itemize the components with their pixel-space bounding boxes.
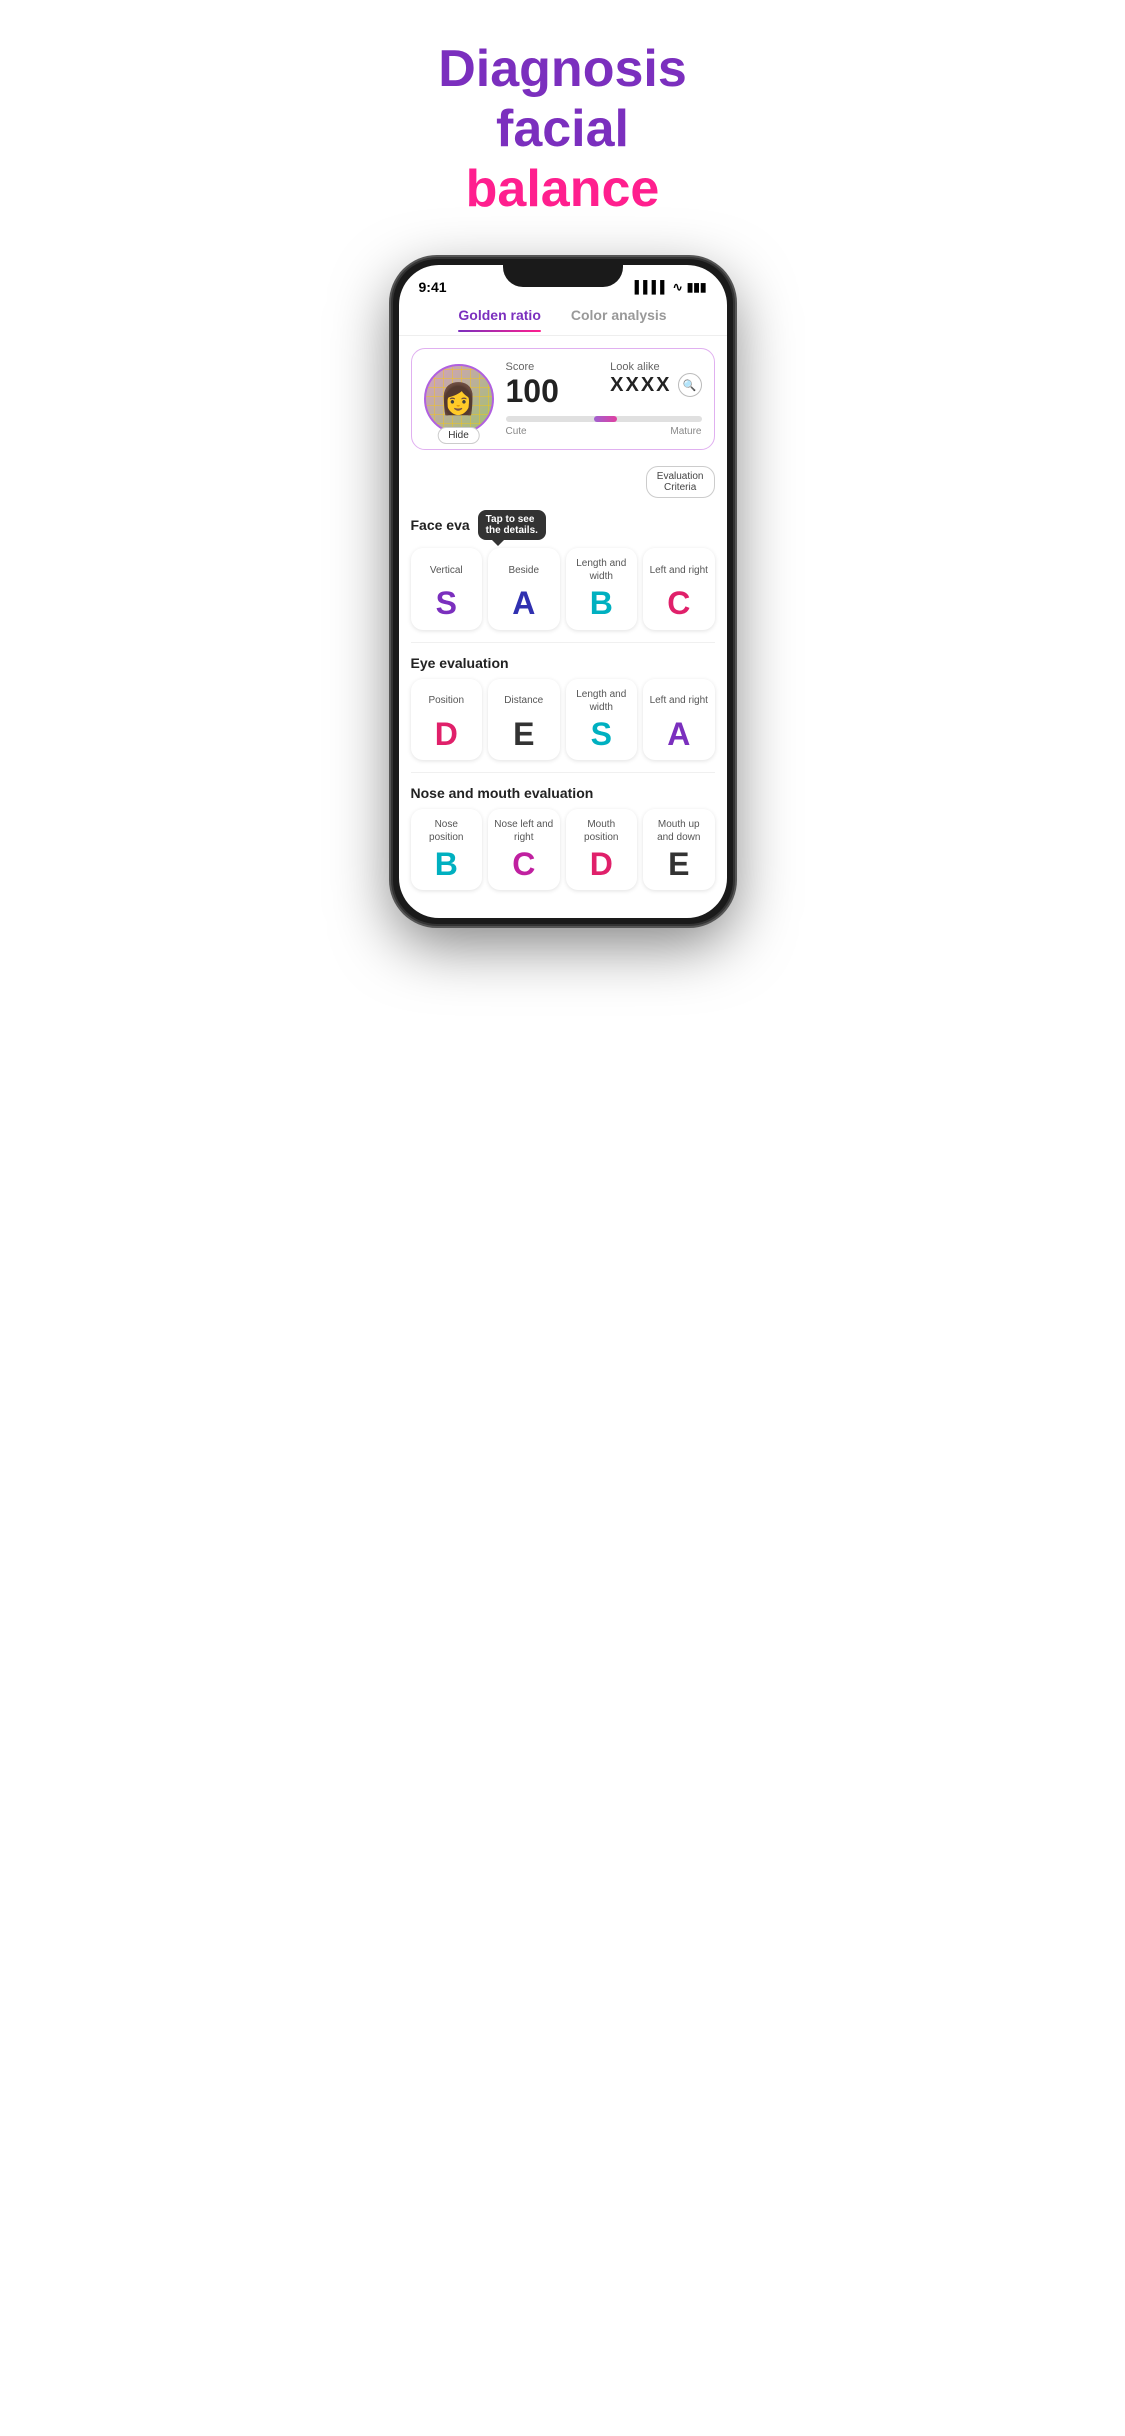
grade-label-position-eye: Position	[417, 687, 477, 715]
avatar: 👩	[424, 364, 494, 434]
grade-card-nose-position[interactable]: Nose position B	[411, 809, 483, 890]
grade-label-mouth-position: Mouth position	[572, 817, 632, 845]
grade-card-nose-lr[interactable]: Nose left and right C	[488, 809, 560, 890]
grade-label-vertical: Vertical	[417, 556, 477, 584]
grade-card-lr-eye[interactable]: Left and right A	[643, 679, 715, 760]
slider-label-cute: Cute	[506, 426, 527, 437]
face-evaluation-section: Face eva Tap to seethe details. Vertical…	[399, 502, 727, 637]
grade-card-length-width[interactable]: Length and width B	[566, 548, 638, 629]
hero-line1: Diagnosis facial	[438, 40, 687, 158]
grade-letter-left-right-face: C	[649, 586, 709, 621]
score-row: Score 100 Look alike XXXX 🔍	[506, 361, 702, 410]
nose-mouth-eval-grid: Nose position B Nose left and right C Mo…	[411, 809, 715, 890]
status-icons: ▌▌▌▌ ∿ ▮▮▮	[635, 280, 707, 294]
grade-card-left-right-face[interactable]: Left and right C	[643, 548, 715, 629]
grade-letter-mouth-position: D	[572, 847, 632, 882]
face-eval-title-text: Face eva	[411, 517, 470, 533]
grade-letter-lr-eye: A	[649, 717, 709, 752]
look-alike-name: XXXX	[610, 374, 671, 397]
eval-criteria-button[interactable]: EvaluationCriteria	[646, 466, 715, 498]
hide-button[interactable]: Hide	[437, 427, 480, 444]
status-time: 9:41	[419, 279, 447, 295]
grade-letter-lw-eye: S	[572, 717, 632, 752]
tab-bar: Golden ratio Color analysis	[399, 299, 727, 336]
eval-criteria-row: EvaluationCriteria	[399, 462, 727, 502]
grade-card-mouth-ud[interactable]: Mouth up and down E	[643, 809, 715, 890]
divider-1	[411, 642, 715, 643]
wifi-icon: ∿	[673, 280, 683, 294]
slider-labels: Cute Mature	[506, 426, 702, 437]
score-card: 👩 Hide Score 100 Look alike	[411, 348, 715, 450]
grade-label-nose-lr: Nose left and right	[494, 817, 554, 845]
cute-mature-slider: Cute Mature	[506, 416, 702, 437]
phone-shell: 9:41 ▌▌▌▌ ∿ ▮▮▮ Golden ratio Color analy…	[393, 259, 733, 924]
eye-evaluation-section: Eye evaluation Position D Distance E Len…	[399, 647, 727, 768]
phone-screen: 9:41 ▌▌▌▌ ∿ ▮▮▮ Golden ratio Color analy…	[399, 265, 727, 918]
grade-label-mouth-ud: Mouth up and down	[649, 817, 709, 845]
divider-2	[411, 772, 715, 773]
tab-golden-ratio[interactable]: Golden ratio	[458, 307, 540, 331]
grade-letter-nose-position: B	[417, 847, 477, 882]
grade-letter-vertical: S	[417, 586, 477, 621]
grade-label-nose-position: Nose position	[417, 817, 477, 845]
look-alike-row: XXXX 🔍	[610, 373, 701, 397]
face-eval-grid: Vertical S Beside A Length and width B	[411, 548, 715, 629]
grade-label-length-width: Length and width	[572, 556, 632, 584]
grade-label-lw-eye: Length and width	[572, 687, 632, 715]
slider-track	[506, 416, 702, 422]
grade-letter-nose-lr: C	[494, 847, 554, 882]
signal-icon: ▌▌▌▌	[635, 280, 669, 294]
grade-label-distance-eye: Distance	[494, 687, 554, 715]
eye-eval-title-text: Eye evaluation	[411, 655, 509, 671]
grade-label-beside: Beside	[494, 556, 554, 584]
score-label: Score	[506, 361, 591, 373]
grade-label-lr-eye: Left and right	[649, 687, 709, 715]
grade-card-vertical[interactable]: Vertical S	[411, 548, 483, 629]
nose-mouth-eval-title-text: Nose and mouth evaluation	[411, 785, 594, 801]
grade-card-distance-eye[interactable]: Distance E	[488, 679, 560, 760]
nose-mouth-evaluation-section: Nose and mouth evaluation Nose position …	[399, 777, 727, 898]
phone-notch	[503, 259, 623, 287]
score-value: 100	[506, 373, 591, 410]
grade-label-left-right-face: Left and right	[649, 556, 709, 584]
face-eval-title: Face eva Tap to seethe details.	[411, 510, 715, 540]
grade-card-lw-eye[interactable]: Length and width S	[566, 679, 638, 760]
grade-letter-position-eye: D	[417, 717, 477, 752]
tooltip-bubble: Tap to seethe details.	[478, 510, 546, 540]
grade-card-beside[interactable]: Beside A	[488, 548, 560, 629]
score-info: Score 100 Look alike XXXX 🔍	[506, 361, 702, 437]
grade-letter-distance-eye: E	[494, 717, 554, 752]
phone-wrapper: 9:41 ▌▌▌▌ ∿ ▮▮▮ Golden ratio Color analy…	[375, 239, 750, 964]
grade-letter-beside: A	[494, 586, 554, 621]
grade-letter-length-width: B	[572, 586, 632, 621]
slider-fill	[594, 416, 618, 422]
hero-title: Diagnosis facial balance	[375, 0, 750, 239]
bottom-spacer	[399, 898, 727, 918]
tab-color-analysis[interactable]: Color analysis	[571, 307, 667, 331]
battery-icon: ▮▮▮	[687, 280, 707, 294]
avatar-face: 👩	[426, 366, 492, 432]
look-alike-column: Look alike XXXX 🔍	[610, 361, 701, 410]
eye-eval-title: Eye evaluation	[411, 655, 715, 671]
nose-mouth-eval-title: Nose and mouth evaluation	[411, 785, 715, 801]
look-alike-label: Look alike	[610, 361, 701, 373]
grade-card-position-eye[interactable]: Position D	[411, 679, 483, 760]
hero-line2: balance	[466, 160, 660, 218]
grade-card-mouth-position[interactable]: Mouth position D	[566, 809, 638, 890]
eye-eval-grid: Position D Distance E Length and width S	[411, 679, 715, 760]
page-wrapper: Diagnosis facial balance 9:41 ▌▌▌▌ ∿ ▮▮▮	[375, 0, 750, 964]
score-column: Score 100	[506, 361, 591, 410]
grade-letter-mouth-ud: E	[649, 847, 709, 882]
slider-label-mature: Mature	[670, 426, 701, 437]
search-button[interactable]: 🔍	[678, 373, 702, 397]
